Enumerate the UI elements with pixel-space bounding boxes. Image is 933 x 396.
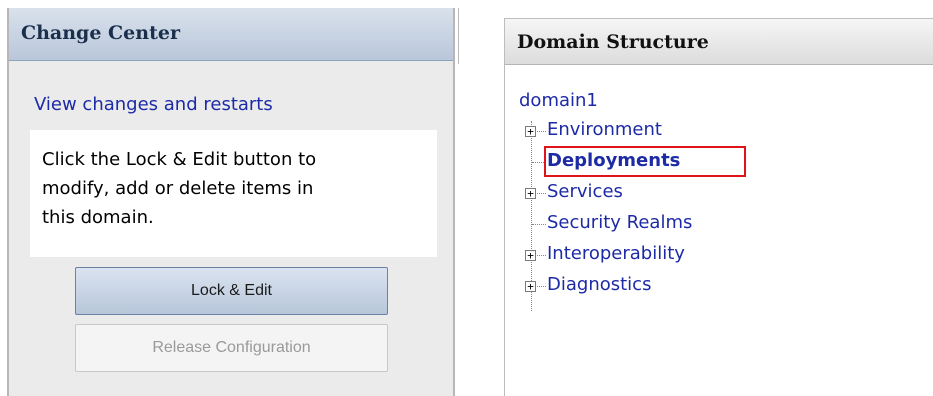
description-line: modify, add or delete items in bbox=[42, 178, 314, 199]
tree-item-services: + Services bbox=[525, 180, 925, 210]
tree-root-domain1[interactable]: domain1 bbox=[519, 90, 598, 111]
tree-connector bbox=[532, 224, 546, 225]
change-center-description: Click the Lock & Edit button to modify, … bbox=[30, 130, 437, 257]
tree-connector bbox=[537, 131, 546, 132]
domain-structure-header: Domain Structure bbox=[505, 19, 933, 65]
tree-item-interoperability: + Interoperability bbox=[525, 242, 925, 272]
tree-connector bbox=[537, 193, 546, 194]
tree-item-deployments: Deployments bbox=[525, 146, 925, 179]
tree-connector bbox=[537, 255, 546, 256]
domain-structure-title: Domain Structure bbox=[517, 31, 709, 53]
change-center-panel: Change Center View changes and restarts … bbox=[7, 8, 455, 396]
view-changes-link[interactable]: View changes and restarts bbox=[34, 94, 273, 115]
expand-plus-icon[interactable]: + bbox=[525, 188, 536, 199]
change-center-header: Change Center bbox=[9, 8, 453, 61]
tree-item-security-realms: Security Realms bbox=[525, 211, 925, 241]
tree-label-diagnostics[interactable]: Diagnostics bbox=[547, 274, 651, 295]
change-center-title: Change Center bbox=[21, 22, 180, 44]
tree-label-security-realms[interactable]: Security Realms bbox=[547, 212, 692, 233]
description-line: Click the Lock & Edit button to bbox=[42, 149, 317, 170]
tree-label-interoperability[interactable]: Interoperability bbox=[547, 243, 685, 264]
expand-plus-icon[interactable]: + bbox=[525, 126, 536, 137]
expand-plus-icon[interactable]: + bbox=[525, 281, 536, 292]
tree-connector bbox=[537, 286, 546, 287]
description-line: this domain. bbox=[42, 207, 154, 228]
panel-divider bbox=[458, 8, 459, 64]
selection-highlight-box bbox=[544, 146, 746, 177]
domain-structure-panel: Domain Structure domain1 + Environment D… bbox=[504, 18, 933, 396]
tree-item-environment: + Environment bbox=[525, 118, 925, 148]
tree-label-environment[interactable]: Environment bbox=[547, 119, 662, 140]
tree-item-diagnostics: + Diagnostics bbox=[525, 273, 925, 303]
lock-edit-button[interactable]: Lock & Edit bbox=[75, 267, 388, 315]
expand-plus-icon[interactable]: + bbox=[525, 250, 536, 261]
tree-label-services[interactable]: Services bbox=[547, 181, 623, 202]
release-configuration-button: Release Configuration bbox=[75, 324, 388, 372]
